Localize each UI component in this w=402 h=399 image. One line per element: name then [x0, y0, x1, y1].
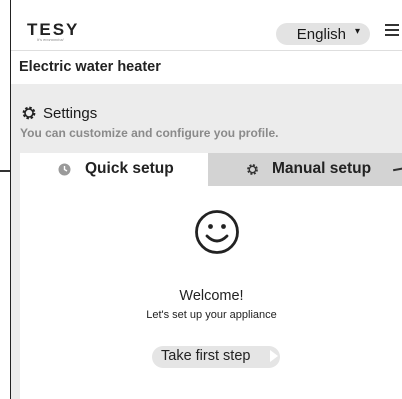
gear-icon: [247, 164, 258, 175]
page-title: Electric water heater: [19, 59, 161, 75]
settings-panel: Settings You can customize and configure…: [11, 84, 402, 399]
top-bar: TESY It's economical English ▾: [11, 0, 402, 51]
gear-icon: [22, 106, 36, 120]
welcome-card: Welcome! Let's set up your appliance Tak…: [20, 186, 402, 399]
hamburger-menu-icon[interactable]: [385, 24, 399, 39]
tab-quick-setup-label: Quick setup: [85, 160, 174, 177]
caret-down-icon: ▾: [354, 26, 360, 37]
tab-manual-setup-label: Manual setup: [272, 160, 372, 177]
take-first-step-button[interactable]: Take first step: [152, 346, 280, 368]
smiley-icon: [195, 210, 239, 254]
clock-icon: [58, 163, 71, 176]
app-frame: TESY It's economical English ▾ Electric …: [10, 0, 402, 399]
settings-title: Settings: [43, 105, 98, 122]
language-label: English: [296, 26, 346, 43]
arrow-right-icon: [270, 350, 278, 362]
settings-subtitle: You can customize and configure you prof…: [20, 126, 279, 140]
take-first-step-label: Take first step: [161, 348, 251, 364]
tab-quick-setup[interactable]: Quick setup: [20, 153, 208, 186]
logo-tagline: It's economical: [37, 37, 64, 42]
title-bar: Electric water heater: [11, 51, 402, 84]
language-selector[interactable]: English ▾: [276, 23, 370, 45]
welcome-heading: Welcome!: [179, 288, 244, 304]
tab-manual-setup[interactable]: Manual setup: [208, 153, 402, 186]
callout-line-left: [0, 170, 10, 172]
welcome-message: Let's set up your appliance: [146, 309, 277, 321]
